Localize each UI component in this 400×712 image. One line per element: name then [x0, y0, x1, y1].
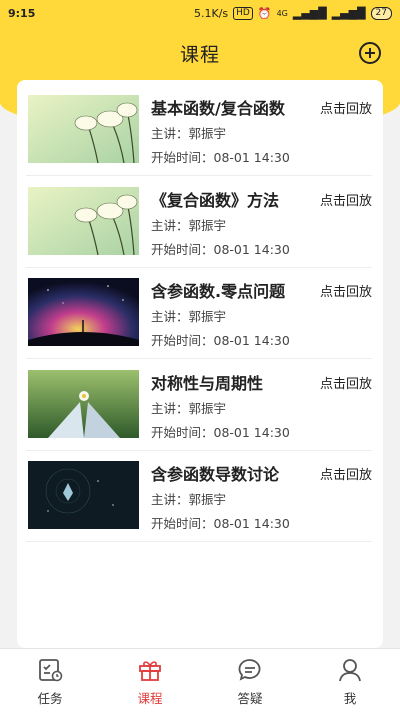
course-title: 基本函数/复合函数 — [151, 99, 285, 118]
page-title: 课程 — [179, 43, 220, 66]
net-speed: 5.1K/s — [194, 6, 229, 20]
replay-button[interactable]: 点击回放 — [320, 281, 372, 300]
battery-icon: 27 — [370, 6, 392, 20]
gift-icon — [139, 661, 161, 681]
hd-badge: HD — [233, 6, 253, 20]
course-start-time: 开始时间：08-01 14:30 — [151, 241, 290, 257]
course-title: 含参函数.零点问题 — [151, 282, 286, 301]
tab-qa[interactable]: 答疑 — [200, 649, 300, 712]
course-list: 基本函数/复合函数 主讲：郭振宇 开始时间：08-01 14:30 点击回放 《复合函数… — [17, 80, 383, 648]
tab-label-me: 我 — [343, 691, 357, 706]
course-title: 含参函数导数讨论 — [151, 465, 280, 484]
replay-button[interactable]: 点击回放 — [320, 464, 372, 483]
course-start-time: 开始时间：08-01 14:30 — [151, 516, 290, 531]
tab-label-qa: 答疑 — [237, 691, 263, 706]
replay-button[interactable]: 点击回放 — [320, 190, 372, 209]
course-thumbnail[interactable] — [28, 95, 139, 163]
course-start-time: 开始时间：08-01 14:30 — [151, 150, 290, 165]
network-type: 4G — [276, 8, 288, 18]
person-icon — [339, 659, 361, 682]
course-lecturer: 主讲：郭振宇 — [151, 492, 227, 507]
replay-button[interactable]: 点击回放 — [320, 98, 372, 117]
course-title: 《复合函数》方法 — [151, 190, 280, 210]
course-thumbnail[interactable] — [28, 278, 139, 346]
course-item[interactable]: 基本函数/复合函数主讲：郭振宇开始时间：08-01 14:30 点击回放 — [26, 84, 372, 176]
chat-icon — [238, 659, 261, 681]
status-indicators: 5.1K/s HD ⏰ 4G ▂▄▆█ ▂▄▆█ 27 — [194, 6, 392, 20]
course-item[interactable]: 含参函数导数讨论主讲：郭振宇开始时间：08-01 14:30 点击回放 — [26, 450, 372, 542]
course-lecturer: 主讲：郭振宇 — [151, 309, 227, 324]
course-start-time: 开始时间：08-01 14:30 — [151, 333, 290, 348]
tab-task[interactable]: 任务 — [0, 649, 100, 712]
course-start-time: 开始时间：08-01 14:30 — [151, 424, 290, 440]
course-item[interactable]: 对称性与周期性主讲：郭振宇开始时间：08-01 14:30 点击回放 — [26, 359, 372, 451]
signal-icon: ▂▄▆█ — [292, 6, 327, 20]
replay-button[interactable]: 点击回放 — [320, 373, 372, 392]
course-lecturer: 主讲：郭振宇 — [151, 126, 227, 141]
tab-me[interactable]: 我 — [300, 649, 400, 712]
course-lecturer: 主讲：郭振宇 — [151, 400, 227, 416]
bottom-tab-bar: 任务 课程 答疑 我 — [0, 648, 400, 712]
course-item[interactable]: 含参函数.零点问题主讲：郭振宇开始时间：08-01 14:30 点击回放 — [26, 267, 372, 359]
plus-circle-icon[interactable] — [359, 42, 381, 64]
status-time: 9:15 — [8, 6, 36, 20]
alarm-icon: ⏰ — [257, 6, 272, 20]
course-item[interactable]: 《复合函数》方法主讲：郭振宇开始时间：08-01 14:30 点击回放 — [26, 176, 372, 268]
tab-label-task: 任务 — [37, 691, 63, 706]
task-icon — [39, 659, 63, 682]
signal-icon-2: ▂▄▆█ — [331, 6, 366, 20]
course-thumbnail[interactable] — [28, 369, 139, 438]
tab-course[interactable]: 课程 — [100, 649, 200, 712]
course-thumbnail[interactable] — [28, 461, 139, 529]
course-thumbnail[interactable] — [28, 186, 139, 255]
header: 课程 — [0, 26, 400, 80]
course-lecturer: 主讲：郭振宇 — [151, 217, 227, 233]
status-bar: 9:15 5.1K/s HD ⏰ 4G ▂▄▆█ ▂▄▆█ 27 — [0, 0, 400, 26]
course-title: 对称性与周期性 — [151, 373, 264, 393]
tab-label-course: 课程 — [137, 691, 163, 706]
